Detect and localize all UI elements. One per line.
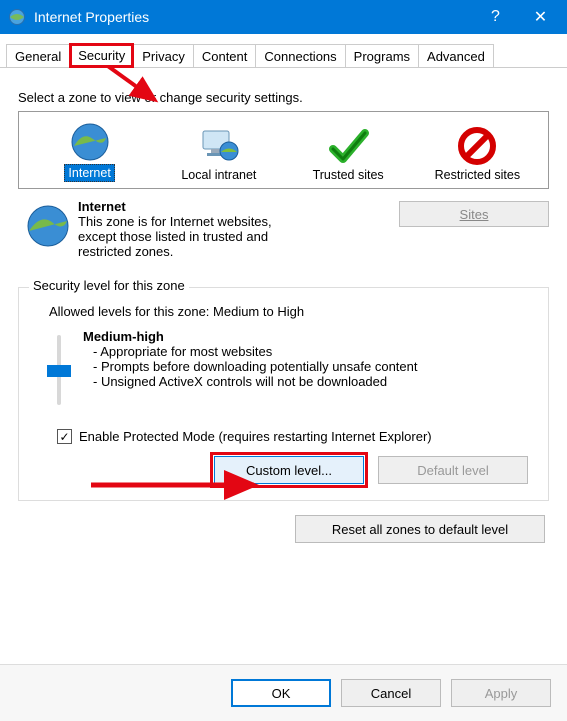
- zone-restricted-sites-label: Restricted sites: [435, 168, 520, 182]
- zone-trusted-sites-label: Trusted sites: [313, 168, 384, 182]
- internet-options-icon: [8, 8, 26, 26]
- window-title: Internet Properties: [34, 9, 473, 25]
- tab-strip: General Security Privacy Content Connect…: [0, 34, 567, 67]
- zone-desc-body: This zone is for Internet websites, exce…: [78, 214, 308, 259]
- protected-mode-checkbox[interactable]: ✓: [57, 429, 72, 444]
- help-button[interactable]: ?: [473, 0, 518, 34]
- titlebar: Internet Properties ? ✕: [0, 0, 567, 34]
- slider-thumb[interactable]: [47, 365, 71, 377]
- sites-button-label: Sites: [460, 207, 489, 222]
- tab-programs[interactable]: Programs: [345, 44, 419, 68]
- zone-local-intranet[interactable]: Local intranet: [164, 124, 274, 182]
- tab-connections[interactable]: Connections: [255, 44, 345, 68]
- prohibited-icon: [422, 124, 532, 168]
- custom-level-label: Custom level...: [246, 463, 332, 478]
- tab-advanced[interactable]: Advanced: [418, 44, 494, 68]
- allowed-levels-text: Allowed levels for this zone: Medium to …: [49, 304, 532, 319]
- close-button[interactable]: ✕: [518, 0, 563, 34]
- security-level-slider[interactable]: [57, 335, 61, 405]
- zone-restricted-sites[interactable]: Restricted sites: [422, 124, 532, 182]
- tab-security[interactable]: Security: [69, 43, 134, 68]
- level-bullet-1: - Appropriate for most websites: [93, 344, 417, 359]
- zone-trusted-sites[interactable]: Trusted sites: [293, 124, 403, 182]
- dialog-footer: OK Cancel Apply: [0, 664, 567, 721]
- custom-level-button[interactable]: Custom level...: [214, 456, 364, 484]
- reset-all-zones-button[interactable]: Reset all zones to default level: [295, 515, 545, 543]
- tab-panel-security: Select a zone to view or change security…: [0, 67, 567, 549]
- default-level-label: Default level: [417, 463, 489, 478]
- zone-local-intranet-label: Local intranet: [181, 168, 256, 182]
- reset-all-zones-label: Reset all zones to default level: [332, 522, 508, 537]
- zone-desc-title: Internet: [78, 199, 126, 214]
- protected-mode-label: Enable Protected Mode (requires restarti…: [79, 429, 432, 444]
- tab-general[interactable]: General: [6, 44, 70, 68]
- default-level-button[interactable]: Default level: [378, 456, 528, 484]
- zone-internet-label: Internet: [64, 164, 114, 182]
- globe-icon: [35, 120, 145, 164]
- zone-description-row: Internet This zone is for Internet websi…: [18, 199, 549, 259]
- sites-button[interactable]: Sites: [399, 201, 549, 227]
- ok-label: OK: [272, 686, 291, 701]
- tab-privacy[interactable]: Privacy: [133, 44, 194, 68]
- zone-list: Internet Local intranet Tru: [18, 111, 549, 189]
- level-description: Medium-high - Appropriate for most websi…: [83, 329, 417, 405]
- monitor-globe-icon: [164, 124, 274, 168]
- security-level-group: Security level for this zone Allowed lev…: [18, 287, 549, 501]
- zone-instruction: Select a zone to view or change security…: [18, 90, 549, 105]
- apply-button[interactable]: Apply: [451, 679, 551, 707]
- zone-internet[interactable]: Internet: [35, 120, 145, 182]
- level-name: Medium-high: [83, 329, 164, 344]
- tab-content[interactable]: Content: [193, 44, 257, 68]
- annotation-arrow-1: [100, 62, 180, 115]
- level-bullet-3: - Unsigned ActiveX controls will not be …: [93, 374, 417, 389]
- cancel-label: Cancel: [371, 686, 411, 701]
- ok-button[interactable]: OK: [231, 679, 331, 707]
- globe-icon-large: [18, 199, 78, 259]
- cancel-button[interactable]: Cancel: [341, 679, 441, 707]
- apply-label: Apply: [485, 686, 518, 701]
- group-legend: Security level for this zone: [29, 278, 189, 293]
- checkmark-icon: [293, 124, 403, 168]
- level-bullet-2: - Prompts before downloading potentially…: [93, 359, 417, 374]
